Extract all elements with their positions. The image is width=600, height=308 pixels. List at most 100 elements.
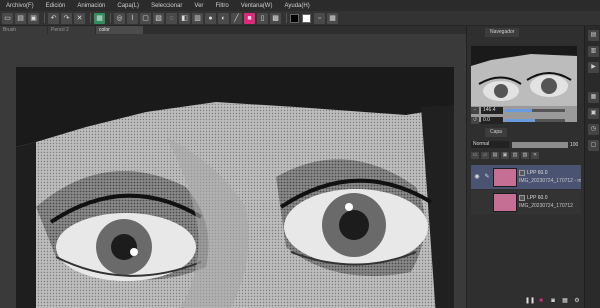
material-bank-icon[interactable]: ▦ (561, 297, 569, 305)
menu-archivo[interactable]: Archivo(F) (0, 3, 40, 9)
tab-pencil[interactable]: Pencil 2 (48, 26, 95, 34)
menu-capa[interactable]: Capa(L) (111, 3, 145, 9)
fill-icon[interactable]: ■ (244, 12, 255, 24)
menu-seleccionar[interactable]: Seleccionar (145, 3, 188, 9)
drawing-canvas[interactable] (16, 67, 454, 308)
navigator-tab[interactable]: Navegador (485, 28, 520, 37)
settings-icon[interactable]: ▩ (270, 12, 281, 24)
menu-bar: Archivo(F) Edición Animación Capa(L) Sel… (0, 0, 600, 11)
ruler-icon[interactable]: ╱ (231, 12, 242, 24)
transform-icon[interactable]: ▦ (94, 12, 105, 24)
halftone-icon (519, 169, 525, 176)
zoom-slider-fill (505, 109, 532, 112)
reference-icon[interactable]: ▧ (521, 152, 529, 159)
history-icon[interactable]: ◷ (588, 124, 599, 135)
new-layer-icon[interactable]: ▭ (471, 152, 479, 159)
subview-icon[interactable]: ▢ (588, 140, 599, 151)
record-icon[interactable]: ■ (537, 297, 545, 305)
menu-ver[interactable]: Ver (188, 3, 209, 9)
device-icon[interactable]: ▯ (257, 12, 268, 24)
new-file-icon[interactable]: ▭ (2, 12, 13, 24)
invert-selection-icon[interactable]: ◧ (179, 12, 190, 24)
bottom-controls: ❚❚ ■ ◙ ▦ ⚙ (471, 296, 581, 306)
rotation-slider-fill (505, 119, 535, 122)
pause-icon[interactable]: ❚❚ (525, 297, 535, 305)
layer-name: IMG_20230724_170712 (519, 203, 573, 209)
tab-color[interactable]: color (96, 26, 143, 34)
rotation-slider[interactable] (505, 119, 565, 122)
visibility-eye-icon[interactable]: ◉ (473, 198, 481, 206)
artwork-eyes (16, 67, 454, 308)
right-panel: Navegador − 146.4 ↺ 0.0 Capa Normal 100 … (466, 26, 600, 308)
right-icon-strip: ▤ ▥ ▶ ▦ ▣ ◷ ▢ (584, 26, 600, 308)
layer-row-1[interactable]: ◉ ✎ LPP 60.0 IMG_20230724_170712 - more (471, 165, 581, 189)
menu-ventana[interactable]: Ventana(W) (235, 3, 279, 9)
delete-layer-icon[interactable]: ✕ (531, 152, 539, 159)
rotate-left-icon[interactable]: ↺ (471, 117, 479, 124)
edit-pen-icon[interactable]: ✎ (483, 173, 491, 181)
zoom-slider[interactable] (505, 109, 565, 112)
clip-icon[interactable]: ▥ (511, 152, 519, 159)
menu-edicion[interactable]: Edición (40, 3, 72, 9)
workspace (0, 34, 466, 308)
transparent-color-icon[interactable]: ▫ (314, 12, 325, 24)
eyedropper-icon[interactable]: ⌇ (127, 12, 138, 24)
main-color-swatch[interactable] (290, 13, 299, 23)
clear-icon[interactable]: ✕ (74, 12, 85, 24)
tool-tabs: Brush Pencil 2 color (0, 26, 466, 34)
toolbar-divider (90, 13, 91, 23)
frame-icon[interactable]: ▥ (192, 12, 203, 24)
undo-icon[interactable]: ↶ (48, 12, 59, 24)
auto-action-icon[interactable]: ▶ (588, 62, 599, 73)
rotation-control: ↺ 0.0 (471, 116, 581, 125)
menu-filtro[interactable]: Filtro (209, 3, 234, 9)
camera-icon[interactable]: ◙ (549, 297, 557, 305)
opacity-slider[interactable] (512, 141, 568, 148)
opacity-value: 100 (570, 141, 579, 148)
layer-thumbnail (493, 192, 517, 212)
layer-info: LPP 60.0 IMG_20230724_170712 (519, 193, 573, 211)
item-bank-icon[interactable]: ▣ (588, 108, 599, 119)
menu-ayuda[interactable]: Ayuda(H) (278, 3, 315, 9)
mask-icon[interactable]: ▧ (153, 12, 164, 24)
layer-row-2[interactable]: ◉ ✎ LPP 60.0 IMG_20230724_170712 (471, 190, 581, 214)
command-bar: ▭ ▤ ▣ ↶ ↷ ✕ ▦ ◎ ⌇ ▢ ▧ ◌ ◧ ▥ ● ◐ ╱ ■ ▯ ▩ … (0, 11, 600, 26)
gradient-icon[interactable]: ◐ (218, 12, 229, 24)
toolbar-divider (44, 13, 45, 23)
lasso-icon[interactable]: ◌ (166, 12, 177, 24)
layer-settings-icon[interactable]: ▦ (327, 12, 338, 24)
save-icon[interactable]: ▣ (28, 12, 39, 24)
new-vector-layer-icon[interactable]: ▱ (481, 152, 489, 159)
blend-mode-select[interactable]: Normal (471, 141, 509, 148)
layer-lpp: LPP 60.0 (527, 194, 548, 201)
rotation-value[interactable]: 0.0 (481, 117, 503, 124)
zoom-icon[interactable]: ◎ (114, 12, 125, 24)
lock-icon[interactable]: ▣ (501, 152, 509, 159)
layer-panel-tab[interactable]: Capa (485, 128, 507, 137)
halftone-icon (519, 194, 525, 201)
toolbar-divider (286, 13, 287, 23)
tab-brush[interactable]: Brush (0, 26, 47, 34)
zoom-value[interactable]: 146.4 (481, 107, 503, 114)
edit-pen-icon[interactable]: ✎ (483, 198, 491, 206)
brush-size-icon[interactable]: ● (205, 12, 216, 24)
layer-controls: Normal 100 (471, 140, 581, 149)
material-icon[interactable]: ▦ (588, 92, 599, 103)
selection-icon[interactable]: ▢ (140, 12, 151, 24)
layer-name: IMG_20230724_170712 - more (519, 178, 581, 184)
open-icon[interactable]: ▤ (15, 12, 26, 24)
zoom-out-icon[interactable]: − (471, 107, 479, 114)
redo-icon[interactable]: ↷ (61, 12, 72, 24)
toolbar-divider (110, 13, 111, 23)
visibility-eye-icon[interactable]: ◉ (473, 173, 481, 181)
new-folder-icon[interactable]: ▤ (491, 152, 499, 159)
layer-toolbar: ▭ ▱ ▤ ▣ ▥ ▧ ✕ (471, 151, 581, 160)
opacity-slider-fill (512, 141, 568, 148)
layer-properties-icon[interactable]: ▤ (588, 30, 599, 41)
menu-animacion[interactable]: Animación (71, 3, 111, 9)
layer-search-icon[interactable]: ▥ (588, 46, 599, 57)
settings-icon[interactable]: ⚙ (573, 297, 581, 305)
sub-color-swatch[interactable] (302, 13, 311, 23)
layer-lpp: LPP 60.0 (527, 169, 548, 176)
zoom-control: − 146.4 (471, 106, 581, 115)
